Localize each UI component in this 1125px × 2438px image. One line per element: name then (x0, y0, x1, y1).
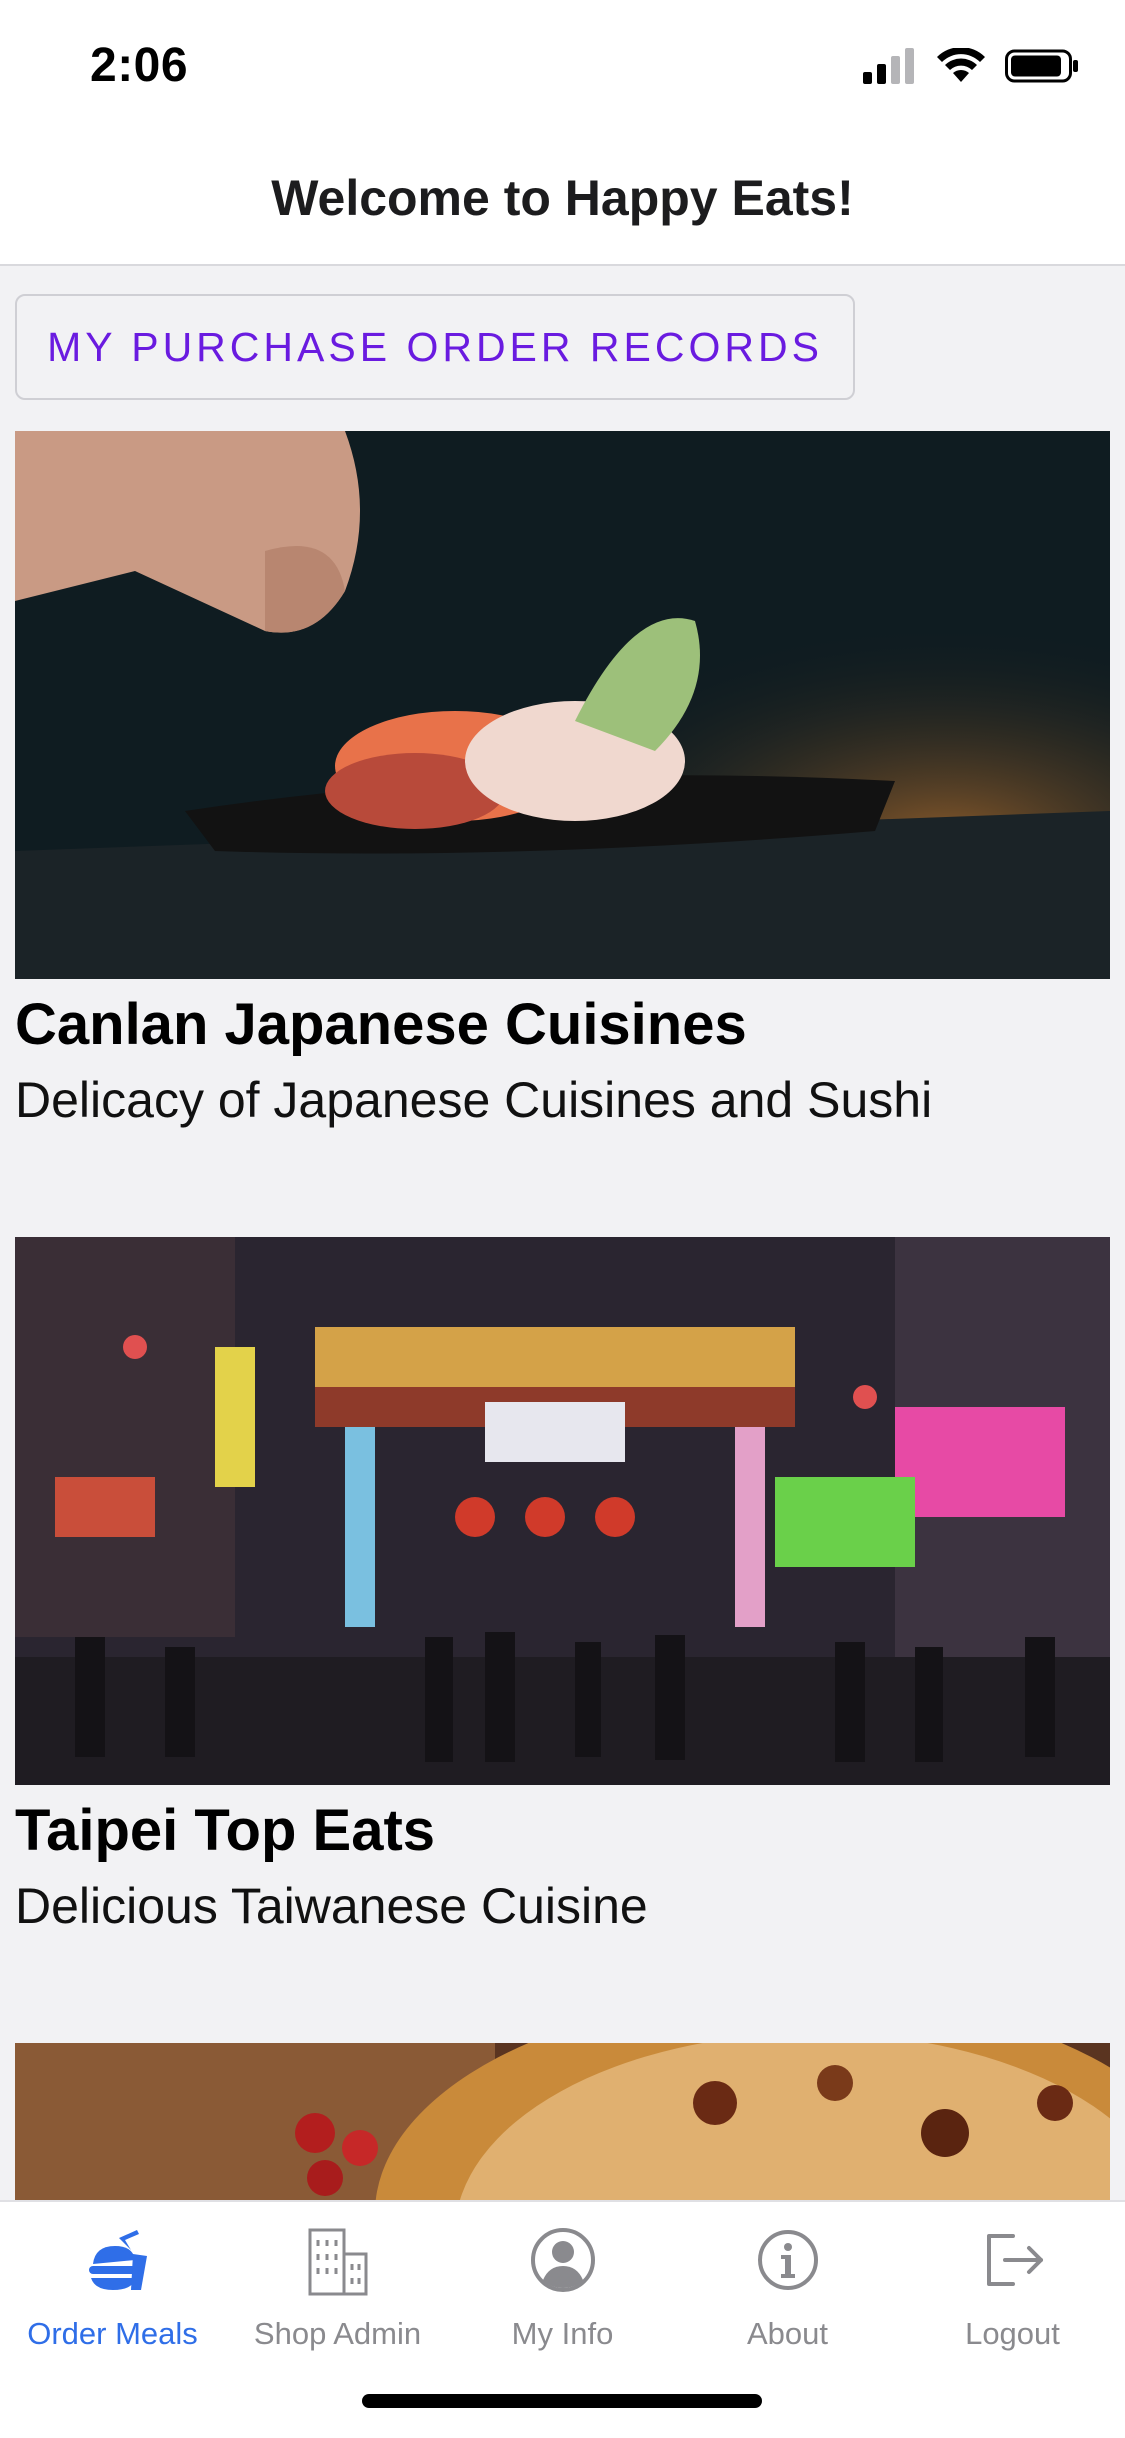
tab-label: Logout (965, 2316, 1060, 2351)
battery-icon (1005, 49, 1078, 83)
restaurant-card[interactable] (15, 2043, 1110, 2200)
tab-logout[interactable]: Logout (900, 2202, 1125, 2362)
restaurant-card[interactable]: Canlan Japanese Cuisines Delicacy of Jap… (15, 431, 1110, 1135)
building-icon (308, 2228, 367, 2296)
logout-icon (986, 2234, 1043, 2286)
sushi-photo (15, 431, 1110, 979)
tab-label: Shop Admin (253, 2316, 422, 2351)
page-title: Welcome to Happy Eats! (271, 170, 854, 226)
restaurant-name: Canlan Japanese Cuisines (15, 992, 747, 1057)
status-icons (861, 48, 1081, 84)
restaurant-card[interactable]: Taipei Top Eats Delicious Taiwanese Cuis… (15, 1237, 1110, 1941)
tab-label: About (746, 2316, 828, 2351)
nav-header: Welcome to Happy Eats! (0, 132, 1125, 266)
purchase-order-records-button[interactable]: MY PURCHASE ORDER RECORDS (15, 294, 855, 400)
night-market-photo (15, 1237, 1110, 1785)
restaurant-image[interactable] (15, 2043, 1110, 2200)
info-icon (757, 2230, 818, 2290)
restaurant-description: Delicacy of Japanese Cuisines and Sushi (15, 1072, 933, 1128)
tab-shop-admin[interactable]: Shop Admin (225, 2202, 450, 2362)
burger-meal-icon (88, 2230, 147, 2290)
status-time: 2:06 (90, 39, 189, 92)
restaurant-image[interactable] (15, 431, 1110, 979)
tab-about[interactable]: About (675, 2202, 900, 2362)
restaurant-image[interactable] (15, 1237, 1110, 1785)
tab-label: My Info (511, 2316, 614, 2351)
status-bar: 2:06 (0, 0, 1125, 132)
user-circle-icon (530, 2228, 595, 2292)
home-indicator[interactable] (362, 2394, 762, 2408)
wifi-icon (937, 48, 985, 82)
tab-label: Order Meals (27, 2316, 198, 2351)
pizza-photo (15, 2043, 1110, 2200)
restaurant-description: Delicious Taiwanese Cuisine (15, 1878, 648, 1934)
restaurant-name: Taipei Top Eats (15, 1798, 436, 1863)
tab-order-meals[interactable]: Order Meals (0, 2202, 225, 2362)
tab-my-info[interactable]: My Info (450, 2202, 675, 2362)
cellular-signal-icon (863, 48, 914, 84)
